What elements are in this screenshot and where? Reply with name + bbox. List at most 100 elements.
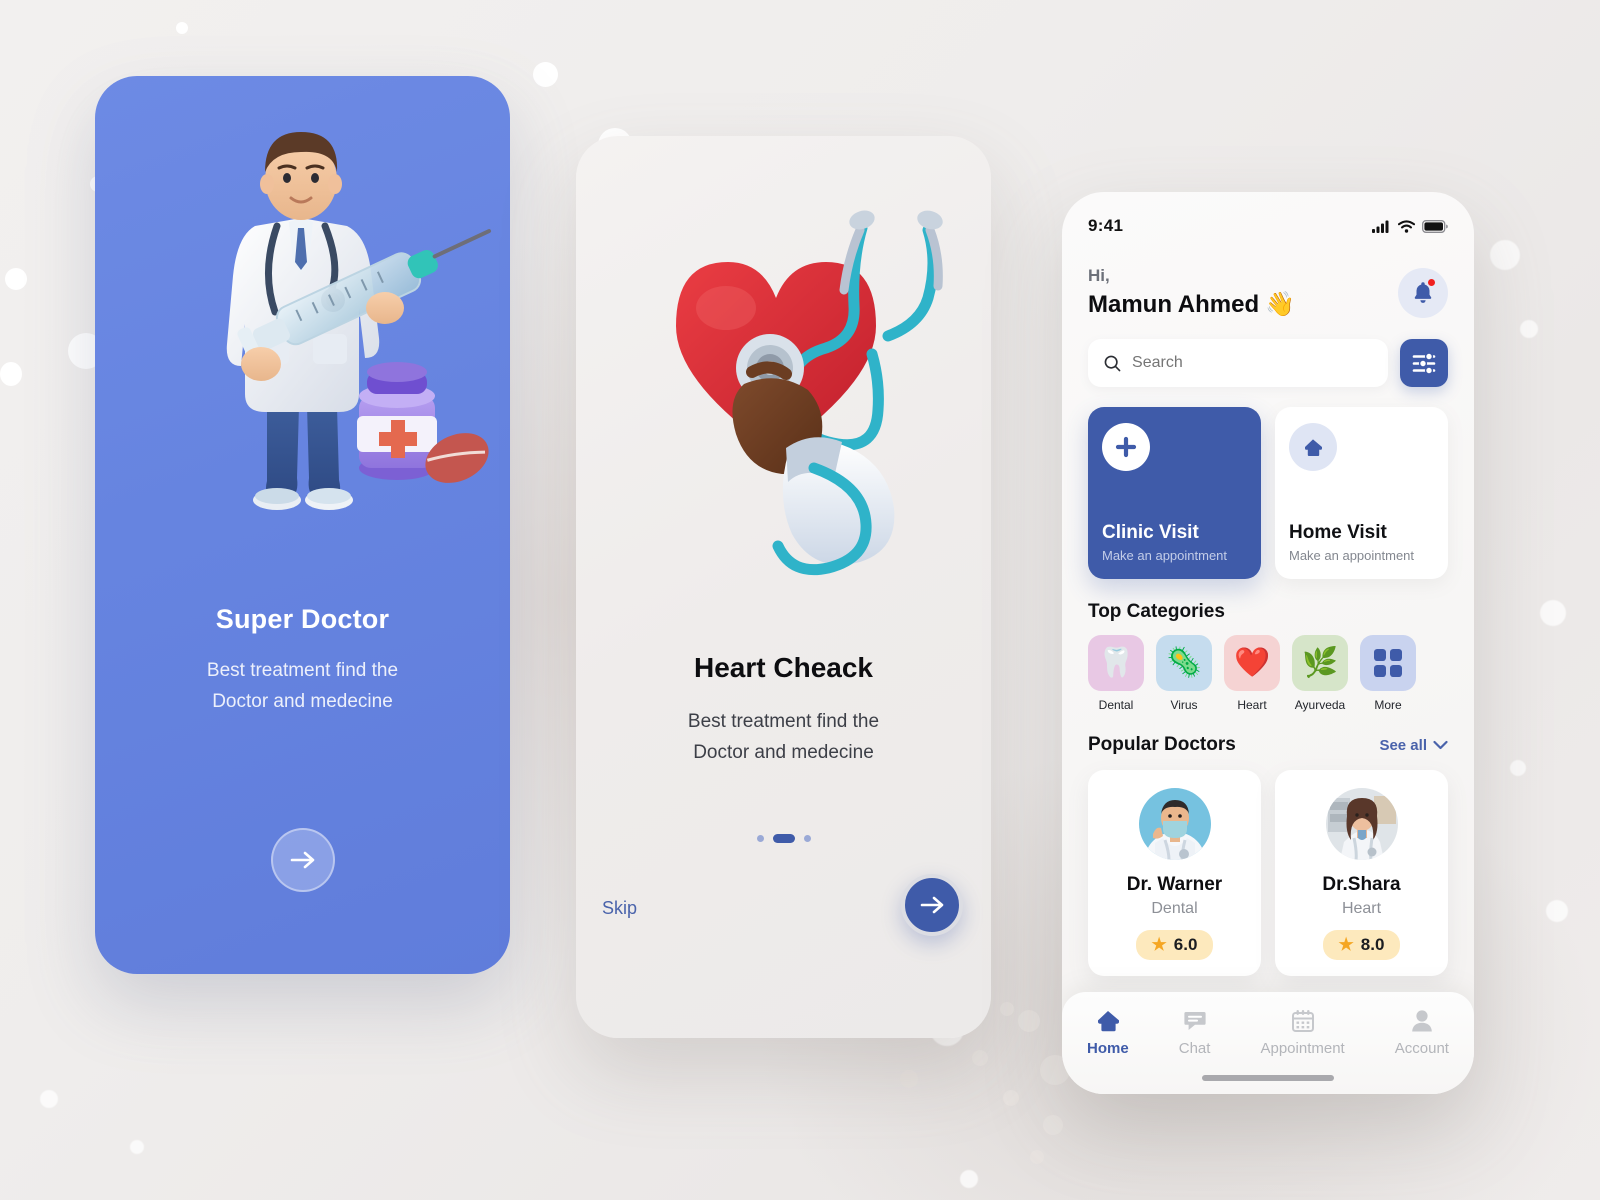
user-name: Mamun Ahmed — [1088, 290, 1260, 318]
grid-more-glyph — [1374, 649, 1402, 677]
onboarding-1-text-block: Super Doctor Best treatment find the Doc… — [95, 604, 510, 717]
visit-cards-row: Clinic Visit Make an appointment Home Vi… — [1062, 387, 1474, 579]
filter-button[interactable] — [1400, 339, 1448, 387]
heart-icon: ❤️ — [1224, 635, 1280, 691]
pagination-dot-2[interactable] — [772, 834, 795, 843]
home-icon — [1097, 1011, 1119, 1032]
tab-account[interactable]: Account — [1395, 1008, 1449, 1057]
categories-list: 🦷 Dental 🦠 Virus ❤️ Heart 🌿 Ayurveda Mor… — [1062, 623, 1474, 712]
status-bar: 9:41 — [1062, 204, 1474, 248]
category-ayurveda[interactable]: 🌿 Ayurveda — [1292, 635, 1348, 712]
category-dental[interactable]: 🦷 Dental — [1088, 635, 1144, 712]
onboarding-2-text-block: Heart Cheack Best treatment find the Doc… — [576, 652, 991, 768]
onboarding-2-subtitle-line2: Doctor and medecine — [693, 742, 874, 763]
top-categories-header: Top Categories — [1062, 579, 1474, 623]
doctor-rating-badge: ★ 6.0 — [1135, 930, 1214, 960]
search-input[interactable] — [1132, 354, 1372, 372]
home-visit-card[interactable]: Home Visit Make an appointment — [1275, 407, 1448, 579]
category-label: Heart — [1237, 698, 1267, 712]
search-row — [1062, 319, 1474, 387]
tab-label: Chat — [1178, 1040, 1211, 1057]
category-label: More — [1374, 698, 1402, 712]
onboarding-2-next-button[interactable] — [901, 874, 963, 936]
wifi-icon — [1398, 219, 1415, 233]
tab-home[interactable]: Home — [1087, 1008, 1129, 1057]
popular-doctors-title: Popular Doctors — [1088, 734, 1236, 755]
tab-appointment[interactable]: Appointment — [1260, 1008, 1345, 1057]
onboarding-screen-super-doctor: Super Doctor Best treatment find the Doc… — [95, 76, 510, 974]
battery-icon — [1422, 219, 1448, 233]
category-virus[interactable]: 🦠 Virus — [1156, 635, 1212, 712]
virus-icon: 🦠 — [1156, 635, 1212, 691]
doctor-specialty: Dental — [1151, 900, 1198, 917]
home-visit-title: Home Visit — [1289, 522, 1387, 543]
wave-emoji-icon: 👋 — [1265, 291, 1296, 318]
app-home-screen: 9:41 Hi, Mamun Ahmed 👋 Search Clinic Vis… — [1062, 192, 1474, 1094]
category-heart[interactable]: ❤️ Heart — [1224, 635, 1280, 712]
chevron-down-icon — [1433, 740, 1448, 750]
search-box[interactable] — [1088, 339, 1388, 387]
status-bar-icons — [1372, 219, 1448, 233]
category-label: Ayurveda — [1294, 698, 1346, 712]
avatar — [1138, 788, 1211, 860]
doctor-name: Dr. Warner — [1126, 874, 1223, 895]
doctor-name: Dr.Shara — [1322, 874, 1401, 895]
star-icon: ★ — [1151, 935, 1167, 954]
star-icon: ★ — [1338, 935, 1354, 954]
greeting-label: Hi, — [1088, 266, 1110, 285]
greeting-block: Hi, Mamun Ahmed 👋 — [1088, 266, 1295, 319]
top-categories-title: Top Categories — [1088, 601, 1225, 622]
doctor-card-warner[interactable]: Dr. Warner Dental ★ 6.0 — [1088, 770, 1261, 976]
calendar-icon — [1291, 1010, 1314, 1032]
clinic-visit-text: Clinic Visit Make an appointment — [1102, 522, 1247, 563]
doctor-rating-value: 6.0 — [1173, 935, 1198, 954]
tooth-icon: 🦷 — [1088, 635, 1144, 691]
onboarding-1-subtitle-line2: Doctor and medecine — [212, 691, 393, 712]
cellular-signal-icon — [1372, 220, 1389, 233]
see-all-button[interactable]: See all — [1379, 737, 1448, 754]
popular-doctors-header: Popular Doctors See all — [1062, 712, 1474, 756]
male-doctor-photo — [1138, 788, 1211, 860]
category-more[interactable]: More — [1360, 635, 1416, 712]
onboarding-1-next-button[interactable] — [270, 828, 335, 892]
skip-button[interactable]: Skip — [602, 898, 637, 919]
home-indicator — [1202, 1075, 1334, 1081]
avatar — [1325, 788, 1398, 860]
onboarding-screen-heart-check: Heart Cheack Best treatment find the Doc… — [576, 136, 991, 1038]
onboarding-1-subtitle: Best treatment find the Doctor and medec… — [95, 655, 510, 717]
plus-icon-wrap — [1102, 423, 1150, 471]
onboarding-2-subtitle: Best treatment find the Doctor and medec… — [576, 706, 991, 768]
sliders-icon — [1412, 351, 1435, 375]
onboarding-1-title: Super Doctor — [215, 604, 390, 634]
notification-unread-badge — [1427, 277, 1436, 287]
see-all-label: See all — [1379, 736, 1427, 754]
onboarding-2-subtitle-line1: Best treatment find the — [687, 711, 880, 732]
doctor-card-shara[interactable]: Dr.Shara Heart ★ 8.0 — [1275, 770, 1448, 976]
doctor-cards-row: Dr. Warner Dental ★ 6.0 Dr.Shara Heart ★… — [1062, 756, 1474, 976]
person-icon — [1412, 1010, 1432, 1032]
clinic-visit-card[interactable]: Clinic Visit Make an appointment — [1088, 407, 1261, 579]
grid-more-icon — [1360, 635, 1416, 691]
doctor-with-syringe-illustration — [226, 132, 492, 510]
pagination-dot-1[interactable] — [756, 835, 764, 842]
category-label: Virus — [1170, 698, 1198, 712]
plus-icon — [1115, 436, 1137, 458]
notification-button[interactable] — [1398, 267, 1448, 318]
tab-label: Account — [1394, 1040, 1449, 1057]
arrow-right-icon — [290, 851, 314, 869]
tab-chat[interactable]: Chat — [1178, 1008, 1211, 1057]
clinic-visit-title: Clinic Visit — [1102, 522, 1199, 543]
category-label: Dental — [1098, 698, 1134, 712]
arrow-right-icon — [920, 896, 944, 914]
tab-label: Home — [1087, 1040, 1129, 1057]
search-icon — [1104, 355, 1121, 371]
pagination-dot-3[interactable] — [803, 835, 811, 842]
female-doctor-photo — [1325, 788, 1398, 860]
page-background: Super Doctor Best treatment find the Doc… — [0, 0, 1600, 1200]
greeting-row: Hi, Mamun Ahmed 👋 — [1062, 248, 1474, 319]
heart-stethoscope-illustration — [676, 210, 943, 576]
mortar-icon: 🌿 — [1292, 635, 1348, 691]
user-name-row: Mamun Ahmed 👋 — [1088, 290, 1295, 319]
home-visit-subtitle: Make an appointment — [1289, 548, 1415, 563]
onboarding-2-title: Heart Cheack — [694, 652, 873, 683]
